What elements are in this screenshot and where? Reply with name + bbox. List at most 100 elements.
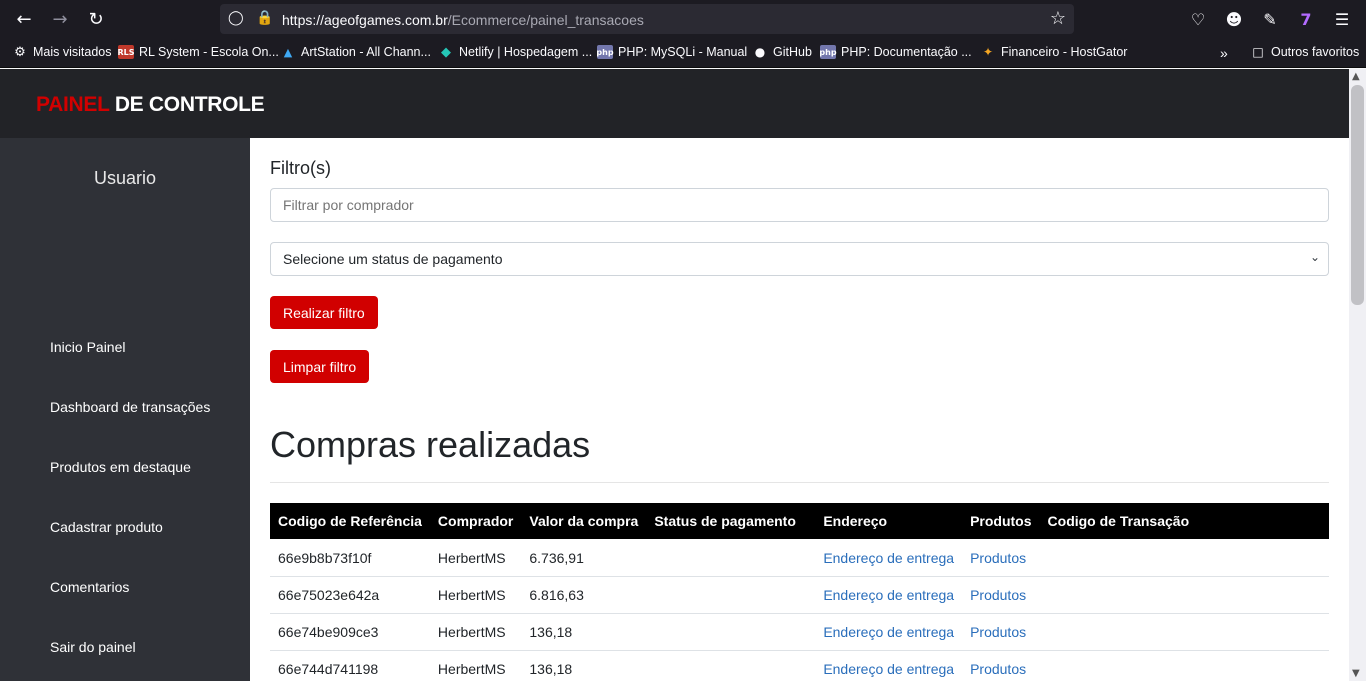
address-link[interactable]: Endereço de entrega bbox=[823, 550, 954, 566]
clear-filter-button[interactable]: Limpar filtro bbox=[270, 350, 370, 383]
buyer-cell: HerbertMS bbox=[429, 613, 522, 651]
address-cell: Endereço de entrega bbox=[815, 539, 963, 577]
forward-arrow-icon[interactable]: → bbox=[48, 7, 72, 31]
status-cell bbox=[646, 539, 816, 577]
scrollbar-thumb[interactable] bbox=[1351, 85, 1364, 305]
chevron-down-icon: ⌄ bbox=[1309, 250, 1320, 264]
status-cell bbox=[646, 613, 816, 651]
bookmark-item[interactable]: RLS RL System - Escola On... bbox=[117, 45, 279, 59]
ref-cell: 66e75023e642a bbox=[270, 576, 430, 614]
other-bookmarks[interactable]: □ Outros favoritos bbox=[1250, 45, 1359, 59]
address-link[interactable]: Endereço de entrega bbox=[823, 624, 954, 640]
column-header: Codigo de Referência bbox=[278, 512, 422, 529]
extensions-icon[interactable]: ✎ bbox=[1259, 8, 1281, 30]
sidebar-item-sair[interactable]: Sair do painel bbox=[50, 639, 136, 655]
rls-icon: RLS bbox=[117, 45, 135, 59]
bookmark-item[interactable]: ▲ ArtStation - All Chann... bbox=[280, 45, 431, 59]
chevron-right-icon[interactable]: » bbox=[1220, 45, 1228, 61]
shield-icon[interactable]: ◯ bbox=[228, 10, 244, 28]
browser-toolbar: ← → ↻ ◯ 🔒 https://ageofgames.com.br/Ecom… bbox=[0, 0, 1366, 38]
bookmark-item[interactable]: ● GitHub bbox=[752, 45, 812, 59]
table-header-row: Codigo de Referência Comprador Valor da … bbox=[270, 503, 1329, 539]
column-header: Endereço bbox=[823, 512, 888, 529]
sidebar-item-produtos-destaque[interactable]: Produtos em destaque bbox=[50, 459, 191, 475]
column-header: Codigo de Transação bbox=[1047, 512, 1190, 529]
table-row: 66e744d741198 HerbertMS 136,18 Endereço … bbox=[270, 650, 1329, 681]
products-link[interactable]: Produtos bbox=[970, 624, 1026, 640]
hostgator-icon: ✦ bbox=[982, 45, 994, 59]
sidebar-item-cadastrar[interactable]: Cadastrar produto bbox=[50, 519, 163, 535]
products-cell: Produtos bbox=[962, 650, 1040, 681]
pocket-icon[interactable]: ♡ bbox=[1187, 8, 1209, 30]
buyer-cell: HerbertMS bbox=[429, 539, 522, 577]
column-header: Comprador bbox=[437, 512, 514, 529]
bookmark-item[interactable]: php PHP: Documentação ... bbox=[819, 45, 972, 59]
products-link[interactable]: Produtos bbox=[970, 661, 1026, 677]
top-header: PAINEL DE CONTROLE bbox=[0, 69, 1349, 138]
column-header: Produtos bbox=[970, 512, 1032, 529]
products-link[interactable]: Produtos bbox=[970, 550, 1026, 566]
address-link[interactable]: Endereço de entrega bbox=[823, 661, 954, 677]
sidebar-item-comentarios[interactable]: Comentarios bbox=[50, 579, 129, 595]
column-header: Valor da compra bbox=[529, 512, 639, 529]
sidebar-item-inicio[interactable]: Inicio Painel bbox=[50, 339, 126, 355]
ref-cell: 66e9b8b73f10f bbox=[270, 539, 430, 577]
github-icon: ● bbox=[754, 45, 766, 59]
buyer-filter-input[interactable] bbox=[270, 188, 1329, 222]
page-title: Compras realizadas bbox=[270, 424, 591, 465]
back-arrow-icon[interactable]: ← bbox=[12, 7, 36, 31]
reload-icon[interactable]: ↻ bbox=[84, 7, 108, 31]
buyer-cell: HerbertMS bbox=[429, 576, 522, 614]
bookmark-item[interactable]: ◆ Netlify | Hospedagem ... bbox=[438, 44, 592, 60]
column-header: Status de pagamento bbox=[654, 512, 796, 529]
page: PAINEL DE CONTROLE Usuario Inicio Painel… bbox=[0, 69, 1349, 681]
gear-icon: ⚙ bbox=[14, 44, 26, 60]
transaction-cell bbox=[1039, 650, 1329, 681]
divider bbox=[270, 482, 1329, 483]
value-cell: 136,18 bbox=[521, 650, 647, 681]
apply-filter-button[interactable]: Realizar filtro bbox=[270, 296, 378, 329]
ref-cell: 66e744d741198 bbox=[270, 650, 430, 681]
scroll-down-icon[interactable]: ▼ bbox=[1352, 668, 1360, 679]
products-cell: Produtos bbox=[962, 576, 1040, 614]
brand-logo[interactable]: PAINEL DE CONTROLE bbox=[36, 93, 265, 117]
products-link[interactable]: Produtos bbox=[970, 587, 1026, 603]
menu-icon[interactable]: ☰ bbox=[1331, 8, 1353, 30]
filter-title: Filtro(s) bbox=[270, 158, 331, 178]
scroll-up-icon[interactable]: ▲ bbox=[1352, 71, 1360, 82]
bookmark-star-icon[interactable]: ☆ bbox=[1050, 8, 1066, 29]
lock-icon[interactable]: 🔒 bbox=[256, 10, 273, 26]
bookmarks-bar: ⚙ Mais visitados RLS RL System - Escola … bbox=[0, 38, 1366, 68]
table-row: 66e9b8b73f10f HerbertMS 6.736,91 Endereç… bbox=[270, 539, 1329, 577]
url-text[interactable]: https://ageofgames.com.br/Ecommerce/pain… bbox=[282, 12, 644, 28]
artstation-icon: ▲ bbox=[283, 45, 293, 59]
transaction-cell bbox=[1039, 613, 1329, 651]
payment-status-select[interactable]: Selecione um status de pagamento ⌄ bbox=[270, 242, 1329, 276]
sidebar-item-dashboard[interactable]: Dashboard de transações bbox=[50, 399, 210, 415]
account-icon[interactable]: ☻ bbox=[1223, 8, 1245, 30]
bookmark-item[interactable]: ✦ Financeiro - HostGator bbox=[980, 45, 1127, 59]
address-cell: Endereço de entrega bbox=[815, 650, 963, 681]
transaction-cell bbox=[1039, 539, 1329, 577]
address-cell: Endereço de entrega bbox=[815, 613, 963, 651]
transaction-cell bbox=[1039, 576, 1329, 614]
sidebar: Usuario Inicio Painel Dashboard de trans… bbox=[0, 138, 250, 681]
value-cell: 6.736,91 bbox=[521, 539, 647, 577]
netlify-icon: ◆ bbox=[441, 44, 451, 60]
table-row: 66e74be909ce3 HerbertMS 136,18 Endereço … bbox=[270, 613, 1329, 651]
value-cell: 6.816,63 bbox=[521, 576, 647, 614]
extension-icon[interactable]: 7 bbox=[1295, 8, 1317, 30]
address-cell: Endereço de entrega bbox=[815, 576, 963, 614]
ref-cell: 66e74be909ce3 bbox=[270, 613, 430, 651]
value-cell: 136,18 bbox=[521, 613, 647, 651]
bookmark-item[interactable]: php PHP: MySQLi - Manual bbox=[596, 45, 747, 59]
page-scrollbar[interactable]: ▲ ▼ bbox=[1349, 69, 1366, 681]
address-bar[interactable]: ◯ 🔒 https://ageofgames.com.br/Ecommerce/… bbox=[220, 4, 1074, 34]
address-link[interactable]: Endereço de entrega bbox=[823, 587, 954, 603]
bookmark-item[interactable]: ⚙ Mais visitados bbox=[12, 44, 111, 60]
php-icon: php bbox=[819, 45, 837, 59]
php-icon: php bbox=[596, 45, 614, 59]
products-cell: Produtos bbox=[962, 539, 1040, 577]
sidebar-user: Usuario bbox=[93, 168, 157, 188]
products-cell: Produtos bbox=[962, 613, 1040, 651]
